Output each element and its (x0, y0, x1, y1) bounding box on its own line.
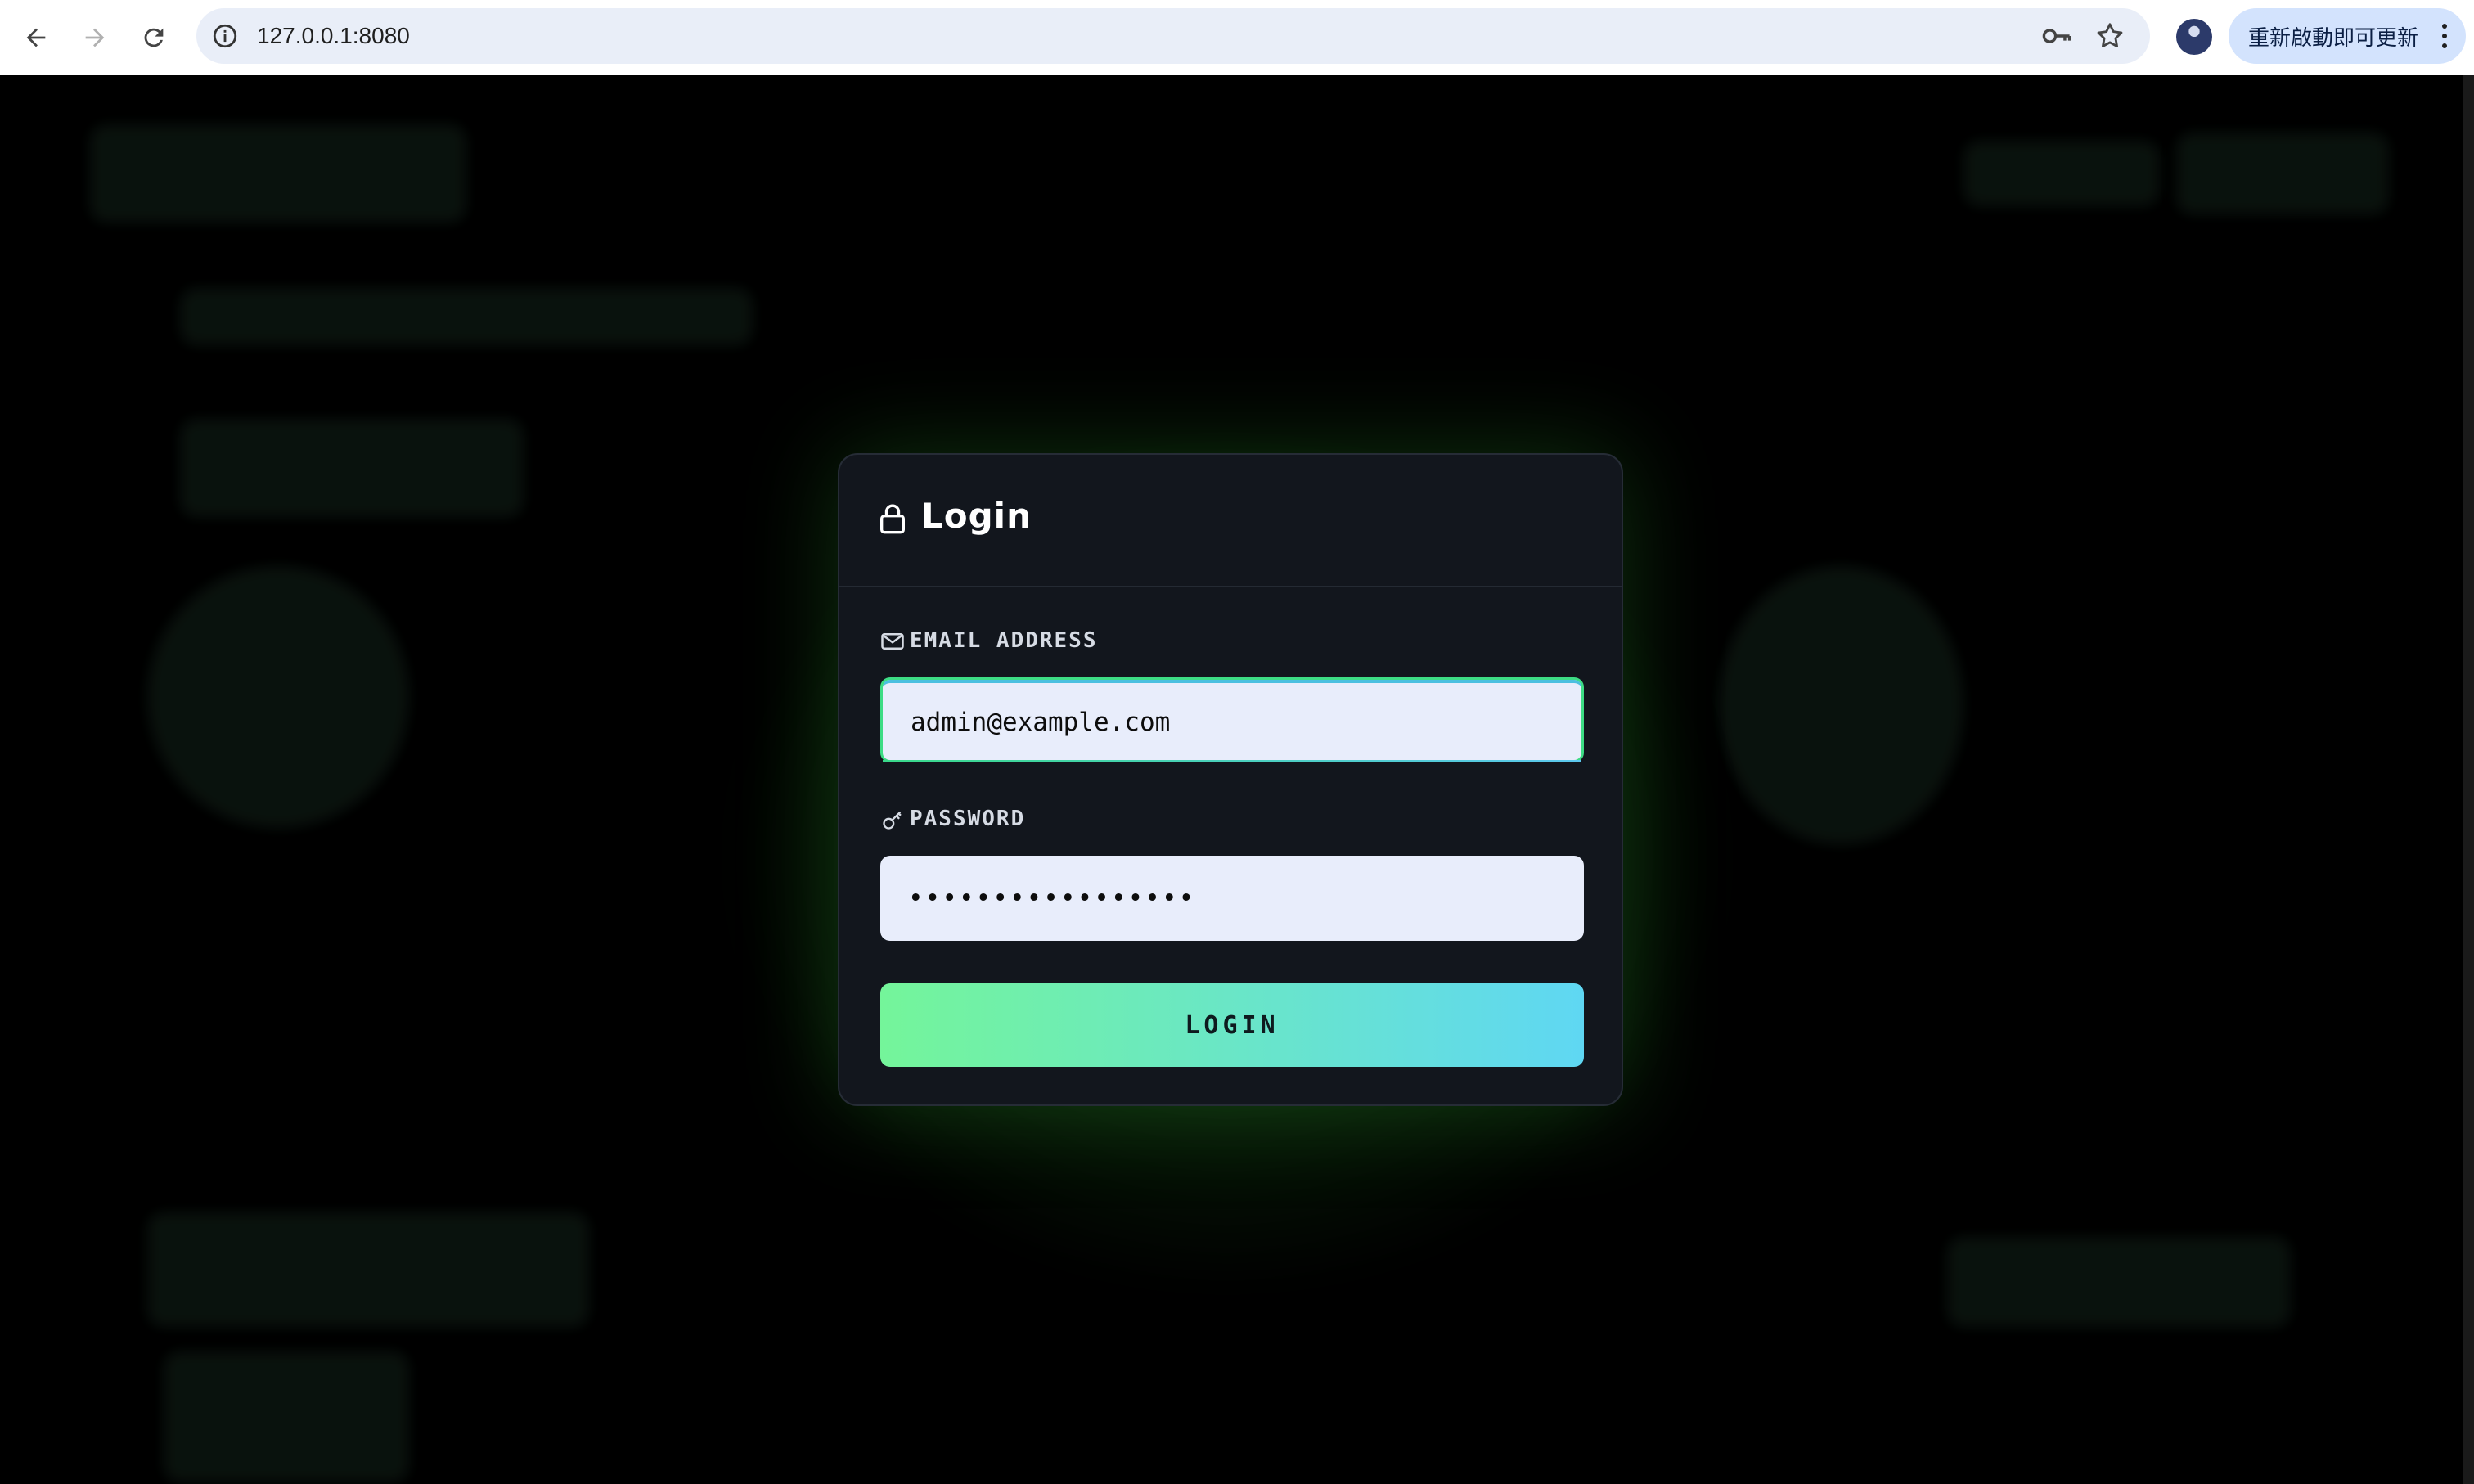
page-scrollbar[interactable] (2463, 75, 2474, 1484)
blurred-circle-right (1718, 566, 1963, 844)
back-button[interactable] (15, 16, 57, 59)
reload-icon (144, 28, 164, 47)
blurred-header-button (2176, 133, 2389, 214)
lock-icon (880, 504, 905, 534)
blurred-header-right (1963, 141, 2160, 206)
blurred-block-bottom (164, 1351, 409, 1482)
login-button[interactable]: LOGIN (880, 983, 1584, 1067)
star-icon[interactable] (2094, 20, 2125, 52)
forward-button[interactable] (74, 16, 116, 59)
password-label: PASSWORD (910, 807, 1026, 831)
reload-button[interactable] (133, 16, 175, 59)
login-card-header: Login (839, 455, 1622, 587)
arrow-right-icon (85, 28, 105, 47)
envelope-icon (881, 633, 904, 650)
blurred-tabs (180, 288, 753, 345)
profile-avatar[interactable] (2176, 19, 2212, 55)
info-icon[interactable] (211, 22, 239, 50)
address-bar[interactable]: 127.0.0.1:8080 (196, 8, 2150, 64)
password-field[interactable]: ••••••••••••••••• (880, 856, 1584, 941)
key-icon (883, 811, 902, 830)
login-card: Login EMAIL ADDRESS admin@example.com PA… (838, 453, 1623, 1106)
browser-toolbar: 127.0.0.1:8080 重新啟動即可更新 (0, 0, 2474, 75)
arrow-left-icon (26, 28, 46, 47)
key-icon[interactable] (2040, 22, 2073, 50)
blurred-card-bottom-right (1947, 1237, 2291, 1327)
login-title: Login (921, 496, 1032, 536)
login-button-label: LOGIN (1185, 1010, 1280, 1040)
more-vert-icon[interactable] (2441, 22, 2448, 50)
blurred-card-bottom-left (147, 1212, 589, 1327)
email-label: EMAIL ADDRESS (910, 628, 1098, 653)
blurred-header-left (90, 124, 466, 223)
email-field[interactable]: admin@example.com (880, 677, 1584, 762)
url-text[interactable]: 127.0.0.1:8080 (257, 8, 410, 64)
update-label: 重新啟動即可更新 (2248, 25, 2419, 51)
blurred-panel-top (180, 419, 524, 517)
blurred-circle-left (147, 566, 409, 828)
update-button[interactable]: 重新啟動即可更新 (2229, 8, 2466, 64)
